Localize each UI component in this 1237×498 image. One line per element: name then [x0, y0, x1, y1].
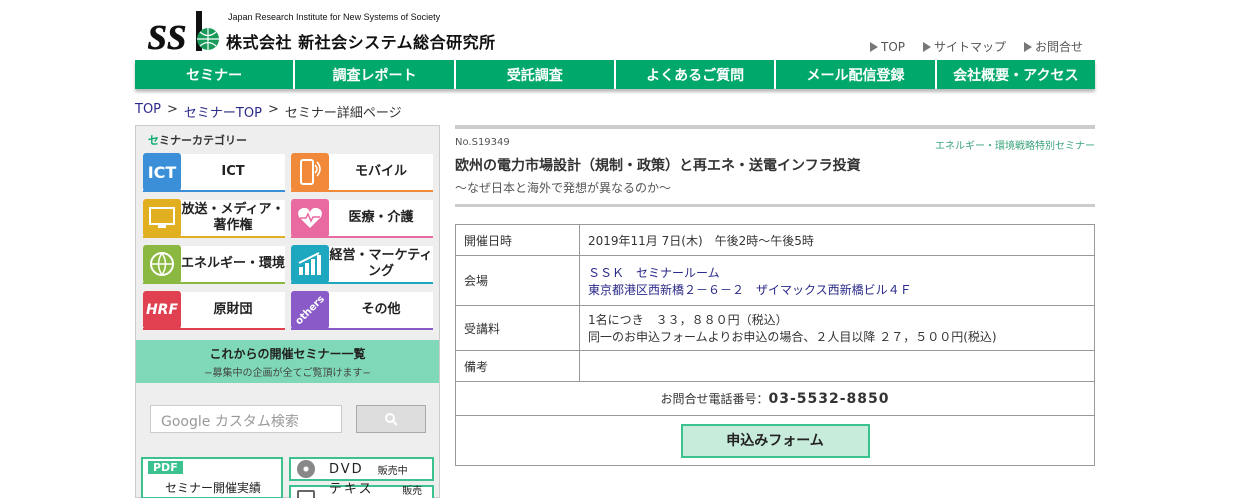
ict-icon: ICT — [143, 153, 181, 191]
contact-link[interactable]: お問合せ — [1024, 38, 1083, 55]
category-heading: セミナーカテゴリー — [148, 134, 247, 147]
divider — [455, 125, 1095, 129]
org-name-japanese: 株式会社 新社会システム総合研究所 — [226, 33, 496, 52]
breadcrumb-separator: > — [267, 102, 279, 117]
disc-icon — [297, 460, 315, 478]
category-broadcast-media[interactable]: 放送・メディア・著作権 — [143, 199, 285, 238]
top-link[interactable]: TOP — [870, 38, 905, 55]
main-nav: セミナー 調査レポート 受託調査 よくあるご質問 メール配信登録 会社概要・アク… — [135, 60, 1095, 89]
nav-commissioned-research[interactable]: 受託調査 — [455, 60, 616, 89]
seminar-detail: No.S19349 エネルギー・環境戦略特別セミナー 欧州の電力市場設計（規制・… — [455, 125, 1095, 207]
book-icon — [297, 490, 315, 498]
seminar-info-table: 開催日時 2019年11月 7日(木) 午後2時〜午後5時 会場 ＳＳＫ セミナ… — [455, 224, 1095, 466]
table-row: 申込みフォーム — [455, 415, 1095, 466]
fee-line: 同一のお申込フォームよりお申込の場合、２人目以降 ２７，５００円(税込) — [588, 330, 997, 344]
search-button[interactable] — [356, 405, 426, 433]
category-medical-care[interactable]: 医療・介護 — [291, 199, 433, 238]
phone-label: お問合せ電話番号： — [660, 392, 769, 406]
textbook-sales-link[interactable]: テキスト 販売中 — [289, 482, 434, 498]
breadcrumb-separator: > — [167, 102, 178, 117]
category-others[interactable]: others その他 — [291, 291, 433, 330]
seminar-category: エネルギー・環境戦略特別セミナー — [935, 141, 1095, 152]
breadcrumb-seminar-top[interactable]: セミナーTOP — [184, 102, 262, 121]
table-row: 会場 ＳＳＫ セミナールーム 東京都港区西新橋２－６－２ ザイマックス西新橋ビル… — [455, 255, 1095, 306]
nav-mail-subscribe[interactable]: メール配信登録 — [776, 60, 937, 89]
breadcrumb-current: セミナー詳細ページ — [284, 106, 402, 121]
pdf-tag: PDF — [148, 461, 183, 474]
phone-number: 03-5532-8850 — [768, 391, 890, 407]
ssk-logo-icon: ss — [148, 5, 219, 57]
category-management-marketing[interactable]: 経営・マーケティング — [291, 245, 433, 284]
org-name-english: Japan Research Institute for New Systems… — [228, 12, 441, 22]
table-row: お問合せ電話番号：03-5532-8850 — [455, 381, 1095, 416]
nav-research-report[interactable]: 調査レポート — [295, 60, 456, 89]
category-energy-environment[interactable]: エネルギー・環境 — [143, 245, 285, 284]
category-hara-foundation[interactable]: HRF 原財団 — [143, 291, 285, 330]
phone-row: お問合せ電話番号：03-5532-8850 — [455, 381, 1095, 416]
triangle-right-icon — [923, 41, 932, 52]
table-row: 受講料 1名につき ３３，８８０円（税込） 同一のお申込フォームよりお申込の場合… — [455, 305, 1095, 351]
table-row: 開催日時 2019年11月 7日(木) 午後2時〜午後5時 — [455, 224, 1095, 256]
sidebar: セミナーカテゴリー ICT ICT モバイル 放送・メディア・著作権 医療・介護 — [135, 125, 440, 498]
table-row: 備考 — [455, 350, 1095, 382]
growth-chart-icon — [291, 245, 329, 283]
date-value: 2019年11月 7日(木) 午後2時〜午後5時 — [579, 224, 1095, 256]
globe-icon — [143, 245, 181, 283]
nav-faq[interactable]: よくあるご質問 — [615, 60, 777, 89]
divider — [455, 204, 1095, 207]
search-input[interactable]: Google カスタム検索 — [150, 405, 342, 433]
date-label: 開催日時 — [455, 224, 580, 256]
search-icon — [385, 413, 398, 426]
apply-form-button[interactable]: 申込みフォーム — [680, 423, 870, 458]
triangle-right-icon — [1024, 41, 1033, 52]
seminar-title: 欧州の電力市場設計（規制・政策）と再エネ・送電インフラ投資 — [455, 158, 861, 174]
venue-label: 会場 — [455, 255, 580, 306]
nav-company-access[interactable]: 会社概要・アクセス — [936, 60, 1095, 89]
fee-label: 受講料 — [455, 305, 580, 351]
mobile-icon — [291, 153, 329, 191]
category-ict[interactable]: ICT ICT — [143, 153, 285, 192]
notes-value — [579, 350, 1095, 382]
notes-label: 備考 — [455, 350, 580, 382]
site-logo[interactable]: ss Japan Research Institute for New Syst… — [148, 5, 495, 57]
hrf-icon: HRF — [143, 291, 181, 329]
venue-name[interactable]: ＳＳＫ セミナールーム — [588, 264, 1086, 281]
seminar-subtitle: 〜なぜ日本と海外で発想が異なるのか〜 — [455, 181, 672, 195]
fee-line: 1名につき ３３，８８０円（税込） — [588, 313, 788, 327]
category-mobile[interactable]: モバイル — [291, 153, 433, 192]
nav-seminar[interactable]: セミナー — [135, 60, 296, 89]
seminar-history-pdf[interactable]: PDF セミナー開催実績 — [141, 457, 283, 498]
breadcrumb: TOP > セミナーTOP > セミナー詳細ページ — [135, 102, 402, 121]
breadcrumb-top[interactable]: TOP — [135, 102, 161, 121]
heart-icon — [291, 199, 329, 237]
venue-address[interactable]: 東京都港区西新橋２－６－２ ザイマックス西新橋ビル４Ｆ — [588, 281, 1086, 298]
seminar-number: No.S19349 — [455, 137, 510, 148]
upcoming-seminars-link[interactable]: これからの開催セミナー一覧 −募集中の企画が全てご覧頂けます− — [136, 340, 439, 383]
triangle-right-icon — [870, 41, 878, 52]
utility-links: TOP サイトマップ お問合せ — [870, 38, 1083, 55]
svg-text:ss: ss — [148, 5, 187, 57]
monitor-icon — [143, 199, 181, 237]
others-icon: others — [291, 291, 329, 329]
sitemap-link[interactable]: サイトマップ — [923, 38, 1006, 55]
